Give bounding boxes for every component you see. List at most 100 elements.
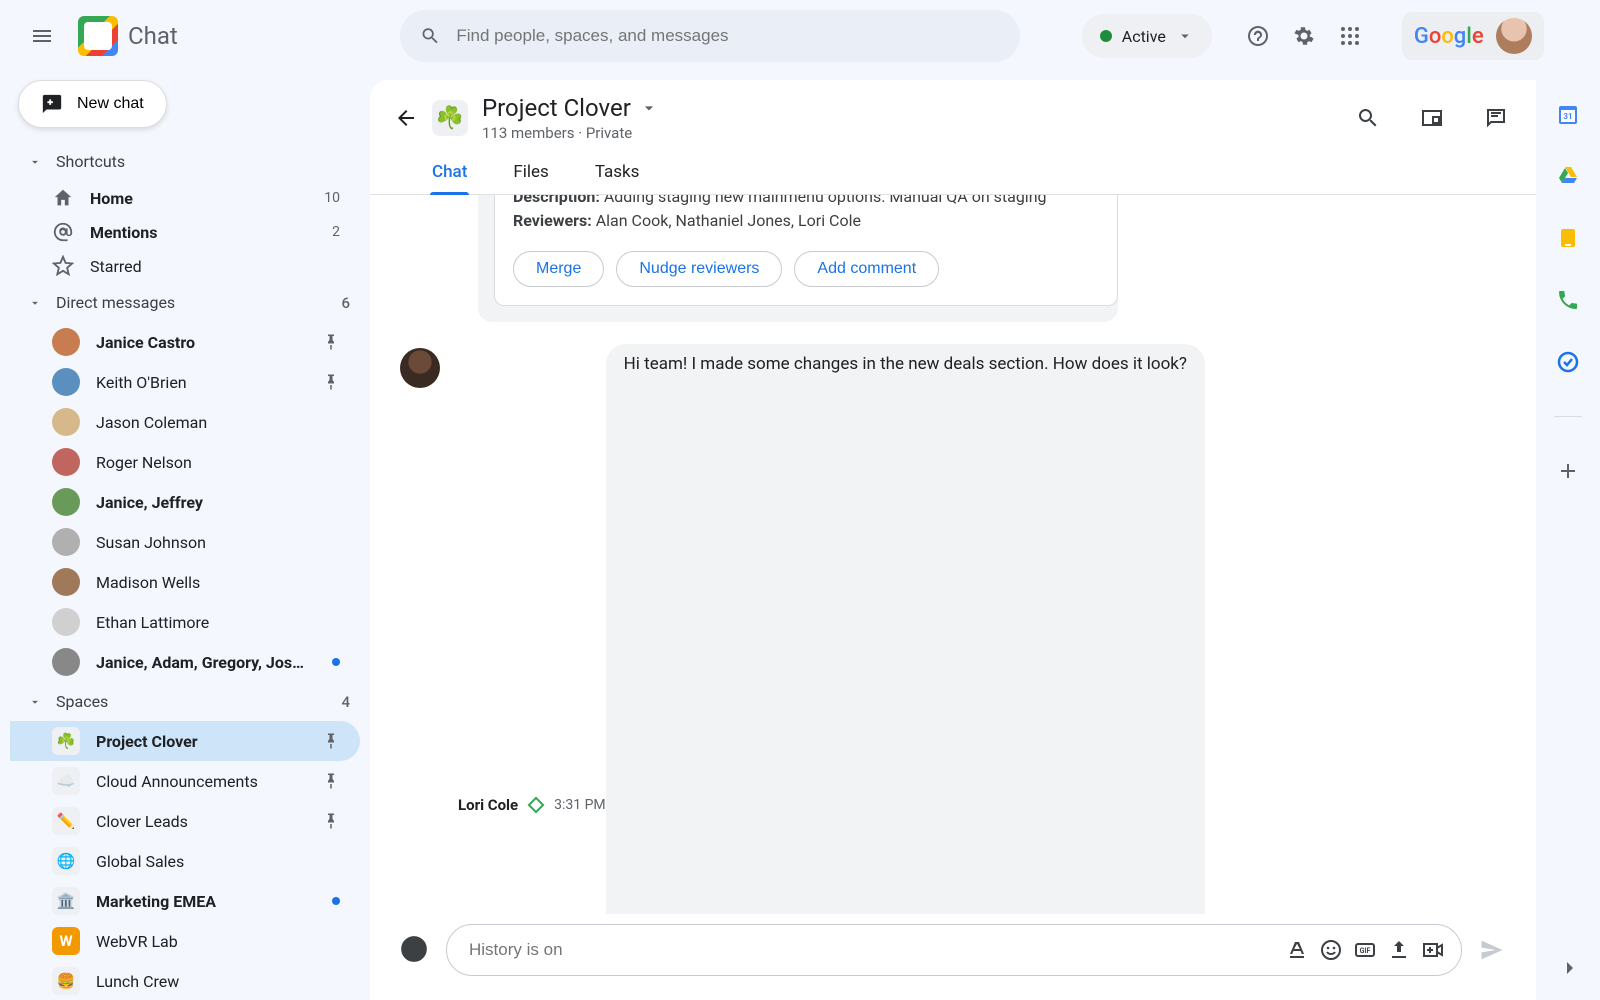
message-list[interactable]: Description: Adding staging new mainmenu… [370,195,1536,914]
section-shortcuts[interactable]: Shortcuts [10,142,370,181]
apps-grid-icon [1338,24,1362,48]
space-item[interactable]: 🌐Global Sales [10,841,360,881]
keep-icon [1556,226,1580,250]
dm-label: Jason Coleman [96,413,340,432]
user-avatar[interactable] [1496,18,1532,54]
video-button[interactable] [1421,938,1445,962]
app-header: Chat Active Google [0,0,1600,72]
main-menu-button[interactable] [18,12,66,60]
card-reviewers: Reviewers: Alan Cook, Nathaniel Jones, L… [513,209,1099,233]
section-direct-messages[interactable]: Direct messages 6 [10,283,370,322]
header-actions [1246,24,1362,48]
space-label: Clover Leads [96,812,306,831]
section-spaces[interactable]: Spaces 4 [10,682,370,721]
dm-item[interactable]: Ethan Lattimore [10,602,360,642]
space-item[interactable]: 🍔Lunch Crew [10,961,360,1000]
emoji-button[interactable] [1319,938,1343,962]
thread-panel-button[interactable] [1484,106,1508,130]
keep-addon[interactable] [1556,226,1580,250]
space-avatar: ☘️ [52,727,80,755]
gif-button[interactable]: GIF [1353,938,1377,962]
check-circle-icon [1556,350,1580,374]
dm-item[interactable]: Keith O'Brien [10,362,360,402]
picture-in-picture-button[interactable] [1420,106,1444,130]
format-icon [1285,938,1309,962]
nav-starred[interactable]: Starred [10,249,360,283]
account-chip[interactable]: Google [1402,12,1544,60]
calendar-addon[interactable]: 31 [1556,102,1580,126]
drive-addon[interactable] [1556,164,1580,188]
format-button[interactable] [1285,938,1309,962]
chevron-right-icon [1558,956,1582,980]
add-comment-button[interactable]: Add comment [794,251,939,287]
upload-button[interactable] [1387,938,1411,962]
space-title: Project Clover [482,94,631,122]
unread-dot [332,658,340,666]
voice-addon[interactable] [1556,288,1580,312]
message-composer[interactable]: GIF [446,924,1462,976]
tab-chat[interactable]: Chat [430,154,469,194]
merge-button[interactable]: Merge [513,251,604,287]
space-avatar: ☘️ [432,100,468,136]
home-icon [52,187,74,209]
tab-tasks[interactable]: Tasks [593,154,642,194]
dm-label: Janice Castro [96,333,306,352]
chat-logo[interactable]: Chat [78,16,178,56]
space-item[interactable]: 🏛️Marketing EMEA [10,881,360,921]
hamburger-icon [30,24,54,48]
plus-icon [1556,459,1580,483]
dm-avatar [52,608,80,636]
dm-item[interactable]: Roger Nelson [10,442,360,482]
settings-button[interactable] [1292,24,1316,48]
side-panel-rail: 31 [1536,72,1600,1000]
add-attachment-button[interactable] [400,935,430,965]
dm-item[interactable]: Susan Johnson [10,522,360,562]
space-item[interactable]: ✏️Clover Leads [10,801,360,841]
search-input[interactable] [456,26,999,46]
plus-circle-icon [400,935,428,963]
dm-item[interactable]: Janice, Adam, Gregory, Jos… [10,642,360,682]
chevron-down-icon [1176,27,1194,45]
get-addons[interactable] [1556,459,1580,483]
space-title-button[interactable]: Project Clover [482,94,659,122]
dm-avatar [52,368,80,396]
tasks-addon2[interactable] [1556,350,1580,374]
dm-item[interactable]: Madison Wells [10,562,360,602]
tab-files[interactable]: Files [511,154,550,194]
space-label: Marketing EMEA [96,892,316,911]
search-in-space-button[interactable] [1356,106,1380,130]
drive-icon [1556,164,1580,188]
pin-icon [322,333,340,351]
help-button[interactable] [1246,24,1270,48]
dm-item[interactable]: Jason Coleman [10,402,360,442]
nav-home[interactable]: Home 10 [10,181,360,215]
message-text: Hi team! I made some changes in the new … [606,344,1205,914]
message-avatar[interactable] [400,348,440,388]
caret-down-icon [28,296,42,310]
space-label: WebVR Lab [96,932,340,951]
nav-mentions[interactable]: Mentions 2 [10,215,360,249]
space-item[interactable]: WWebVR Lab [10,921,360,961]
back-button[interactable] [394,106,418,130]
nudge-reviewers-button[interactable]: Nudge reviewers [616,251,782,287]
dm-item[interactable]: Janice, Jeffrey [10,482,360,522]
collapse-rail-button[interactable] [1558,956,1582,984]
arrow-back-icon [394,106,418,130]
new-chat-button[interactable]: New chat [18,80,167,128]
video-plus-icon [1421,938,1445,962]
gear-icon [1292,24,1316,48]
dm-label: Susan Johnson [96,533,340,552]
search-bar[interactable] [400,10,1020,62]
calendar-icon: 31 [1556,102,1580,126]
apps-launcher-button[interactable] [1338,24,1362,48]
send-button[interactable] [1478,936,1506,964]
dm-label: Ethan Lattimore [96,613,340,632]
composer-input[interactable] [469,940,1275,960]
presence-status-chip[interactable]: Active [1082,14,1212,58]
space-item[interactable]: ☁️Cloud Announcements [10,761,360,801]
svg-text:31: 31 [1563,112,1572,121]
dm-label: Janice, Jeffrey [96,493,340,512]
space-item[interactable]: ☘️Project Clover [10,721,360,761]
dm-item[interactable]: Janice Castro [10,322,360,362]
dm-label: Janice, Adam, Gregory, Jos… [96,653,316,672]
